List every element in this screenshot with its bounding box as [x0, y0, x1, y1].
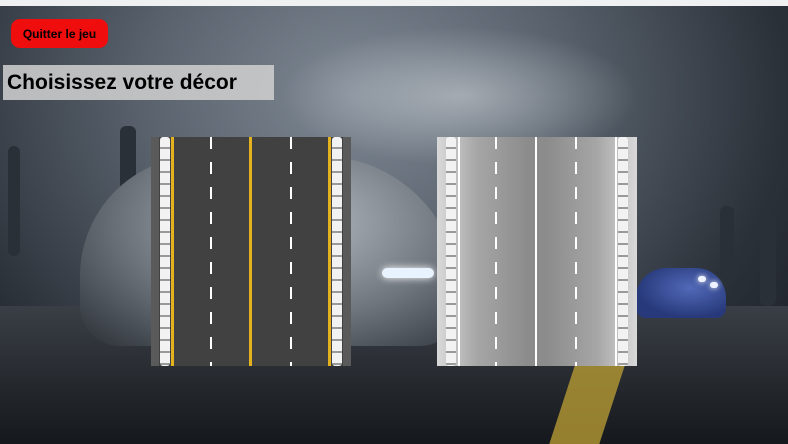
lane-dash: [290, 137, 292, 366]
lane-dash: [495, 137, 497, 366]
page-title: Choisissez votre décor: [3, 65, 274, 100]
yellow-edge-line: [171, 137, 174, 366]
decor-option-asphalt[interactable]: [151, 137, 351, 366]
yellow-edge-line: [328, 137, 331, 366]
lane-dash: [575, 137, 577, 366]
road-kerb: [160, 137, 170, 366]
road-kerb: [446, 137, 456, 366]
cactus: [720, 206, 734, 286]
road-kerb: [332, 137, 342, 366]
car-headlight: [382, 268, 434, 278]
white-edge-line: [458, 137, 460, 366]
blue-sports-car: [636, 268, 726, 318]
cactus: [760, 216, 776, 306]
cactus: [8, 146, 20, 256]
road-rail: [343, 137, 351, 366]
car-headlight: [710, 282, 718, 288]
white-center-line: [535, 137, 537, 366]
decor-option-grey[interactable]: [437, 137, 637, 366]
yellow-center-line: [249, 137, 252, 366]
lane-dash: [210, 137, 212, 366]
car-headlight: [698, 276, 706, 282]
road-rail: [151, 137, 159, 366]
quit-game-button[interactable]: Quitter le jeu: [11, 19, 108, 48]
white-edge-line: [615, 137, 617, 366]
road-kerb: [618, 137, 628, 366]
